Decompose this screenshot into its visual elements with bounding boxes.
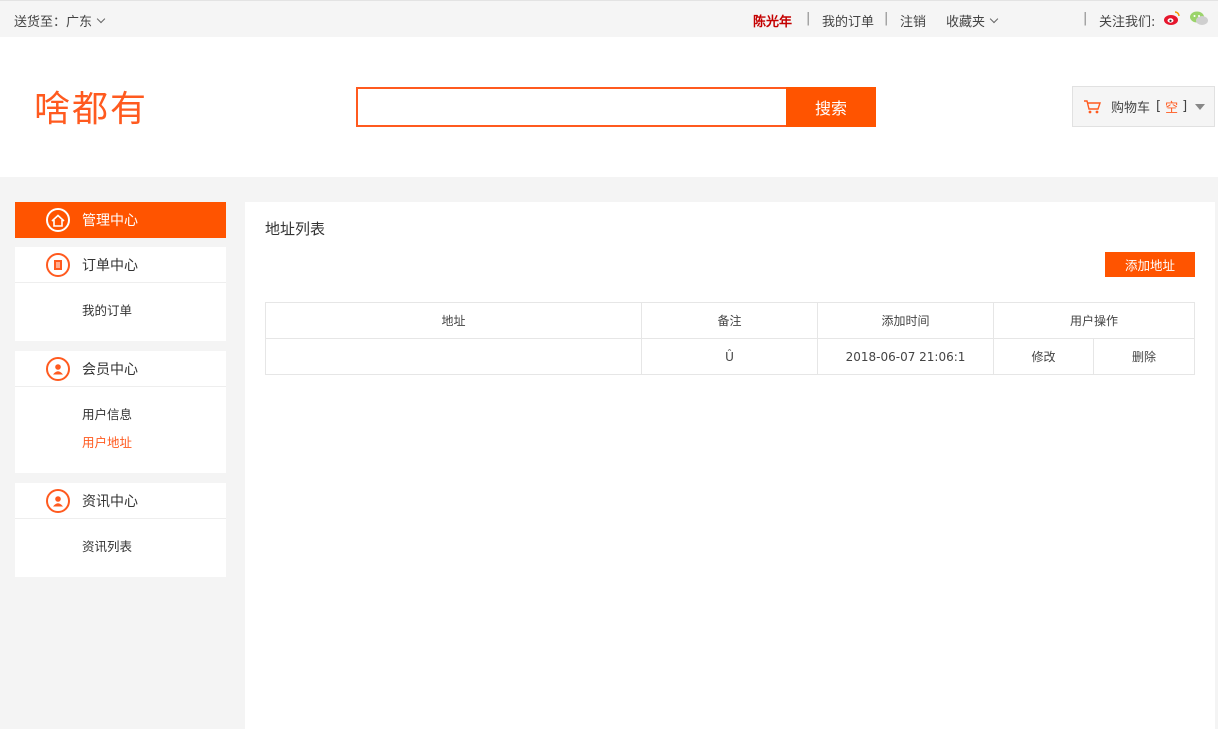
delete-link[interactable]: 删除 <box>1093 338 1195 375</box>
sidebar-item-user-info[interactable]: 用户信息 <box>82 404 132 423</box>
table-row: Û 2018-06-07 21:06:1 修改 删除 <box>265 338 1195 375</box>
user-name-link[interactable]: 陈光年 <box>753 11 792 30</box>
divider: | <box>1083 11 1088 26</box>
sidebar-item-user-address[interactable]: 用户地址 <box>82 432 132 451</box>
address-list-panel: 地址列表 添加地址 地址 备注 添加时间 用户操作 Û 2018-06-07 2… <box>245 202 1215 729</box>
address-table: 地址 备注 添加时间 用户操作 Û 2018-06-07 21:06:1 修改 … <box>265 302 1195 375</box>
cart-bracket-close: ] <box>1182 99 1188 114</box>
ship-to-selector[interactable]: 送货至：广东 <box>14 11 106 30</box>
top-bar: 送货至：广东 陈光年 | 我的订单 | 注销 收藏夹 | 关注我们: <box>0 0 1218 37</box>
search-input[interactable] <box>356 87 788 127</box>
sidebar-member-center[interactable]: 会员中心 <box>15 351 226 387</box>
user-icon <box>46 488 70 513</box>
user-icon <box>46 356 70 381</box>
cart-icon <box>1083 99 1101 115</box>
column-header-address: 地址 <box>265 302 642 339</box>
sidebar-item-my-orders[interactable]: 我的订单 <box>82 300 132 319</box>
sidebar-news-center[interactable]: 资讯中心 <box>15 483 226 519</box>
weibo-icon[interactable] <box>1163 10 1181 30</box>
favorites-label: 收藏夹 <box>946 15 986 30</box>
chevron-down-icon <box>96 14 106 23</box>
sidebar-member-section: 会员中心 用户信息 用户地址 <box>15 351 226 473</box>
page-title: 地址列表 <box>265 220 326 238</box>
search-button[interactable]: 搜索 <box>786 87 876 127</box>
sidebar-news-label: 资讯中心 <box>82 493 138 510</box>
divider: | <box>806 11 811 26</box>
cart-label: 购物车 <box>1111 101 1151 116</box>
home-icon <box>46 208 70 232</box>
add-address-button[interactable]: 添加地址 <box>1105 252 1195 277</box>
site-header: 啥都有 搜索 购物车 [ 空 ] <box>0 37 1218 177</box>
column-header-actions: 用户操作 <box>993 302 1195 339</box>
sidebar-news-section: 资讯中心 资讯列表 <box>15 483 226 577</box>
wechat-icon[interactable] <box>1189 10 1209 30</box>
column-header-note: 备注 <box>641 302 818 339</box>
cart-status: 空 <box>1165 101 1179 116</box>
logout-link[interactable]: 注销 <box>900 11 926 30</box>
cell-time: 2018-06-07 21:06:1 <box>817 338 994 375</box>
cart-bracket-open: [ <box>1156 99 1162 114</box>
my-orders-link[interactable]: 我的订单 <box>822 11 874 30</box>
sidebar-order-section: 订单中心 我的订单 <box>15 247 226 341</box>
divider: | <box>884 11 889 26</box>
column-header-time: 添加时间 <box>817 302 994 339</box>
sidebar-order-label: 订单中心 <box>82 257 138 274</box>
sidebar-admin-label: 管理中心 <box>82 213 138 229</box>
table-header-row: 地址 备注 添加时间 用户操作 <box>265 302 1195 339</box>
sidebar-admin-center[interactable]: 管理中心 <box>15 202 226 238</box>
sidebar-item-news-list[interactable]: 资讯列表 <box>82 536 132 555</box>
cell-address <box>265 338 642 375</box>
cart-button[interactable]: 购物车 [ 空 ] <box>1072 86 1215 127</box>
favorites-dropdown[interactable]: 收藏夹 <box>946 11 999 30</box>
sidebar-order-center[interactable]: 订单中心 <box>15 247 226 283</box>
document-icon <box>46 252 70 277</box>
cell-note: Û <box>641 338 818 375</box>
chevron-down-icon <box>989 14 999 23</box>
sidebar-member-label: 会员中心 <box>82 361 138 378</box>
caret-down-icon <box>1195 103 1206 110</box>
follow-us-label: 关注我们: <box>1099 15 1156 30</box>
ship-to-label: 送货至：广东 <box>14 15 93 30</box>
site-logo[interactable]: 啥都有 <box>34 80 148 132</box>
edit-link[interactable]: 修改 <box>993 338 1094 375</box>
